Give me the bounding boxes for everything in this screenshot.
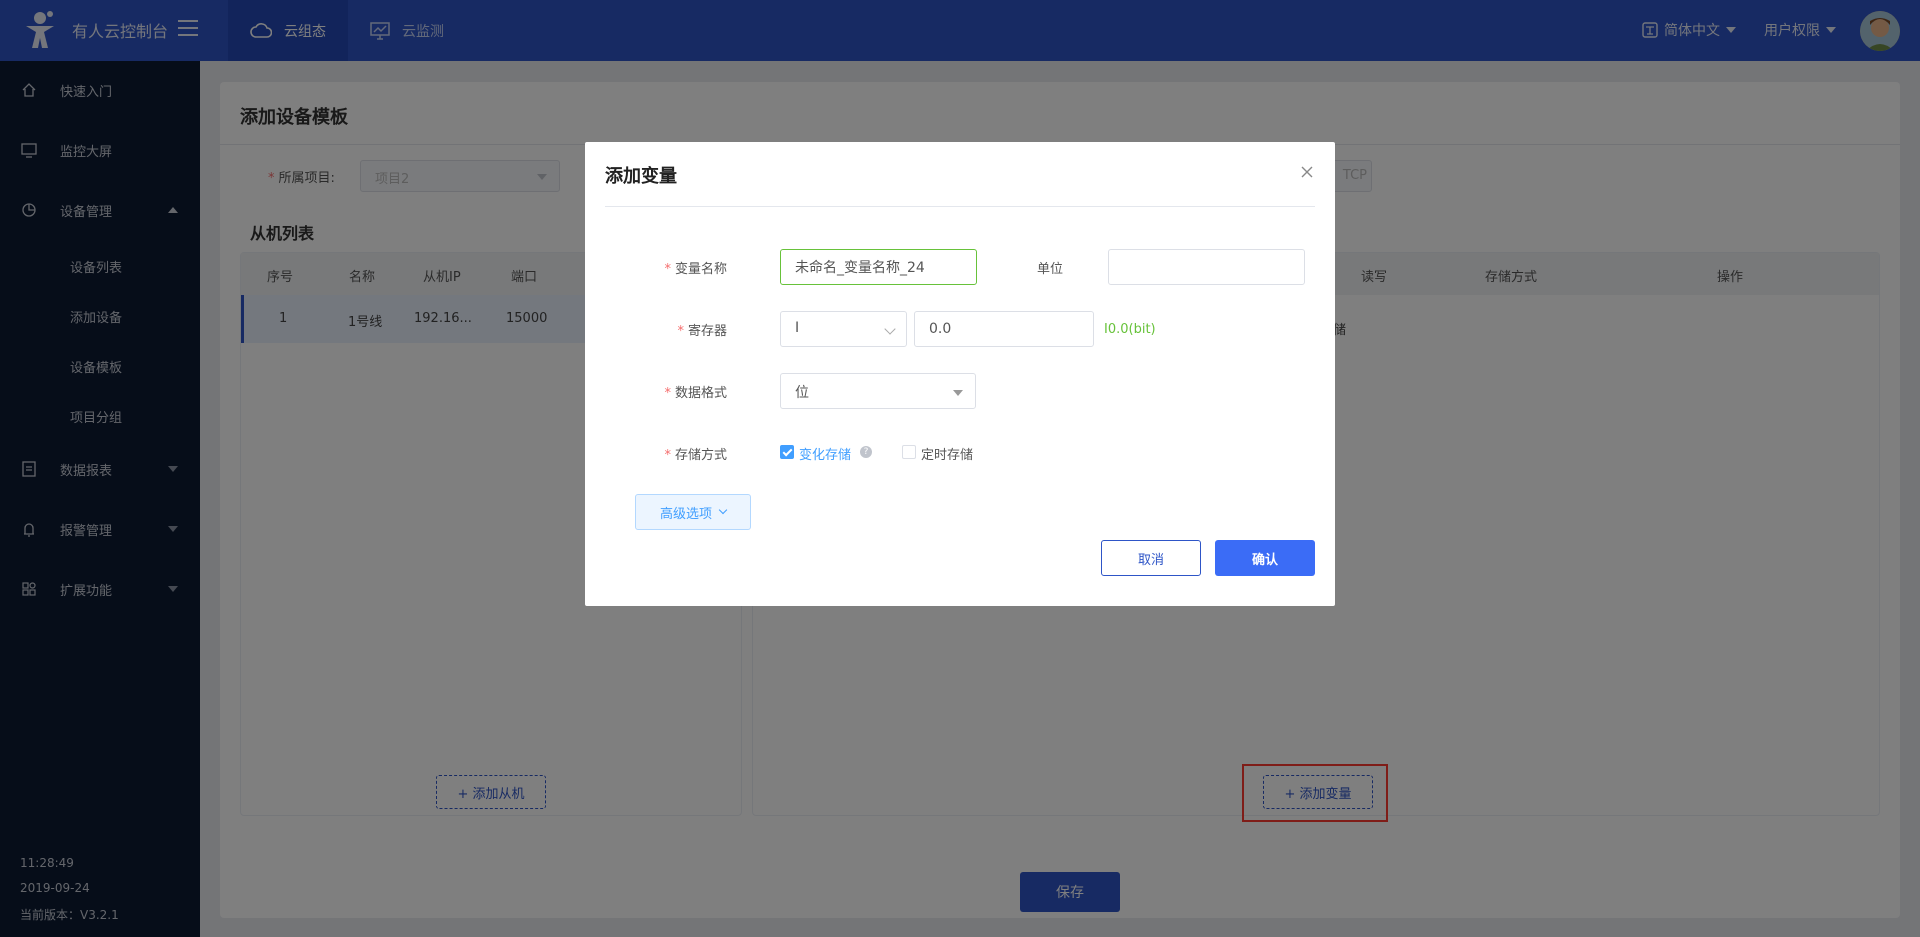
register-type-select[interactable]: I — [780, 311, 907, 347]
unit-label: 单位 — [1036, 262, 1063, 277]
storage-timed-label[interactable]: 定时存储 — [921, 444, 973, 463]
unit-input[interactable] — [1108, 249, 1305, 285]
divider — [605, 206, 1315, 207]
storage-change-label[interactable]: 变化存储 — [799, 444, 851, 463]
help-icon[interactable]: ? — [860, 446, 872, 458]
advanced-options-button[interactable]: 高级选项 — [635, 494, 751, 530]
register-label: * 寄存器 — [677, 324, 727, 339]
var-name-label: * 变量名称 — [664, 262, 727, 277]
format-label: * 数据格式 — [664, 386, 727, 401]
storage-label: * 存储方式 — [664, 448, 727, 463]
storage-timed-checkbox[interactable] — [902, 445, 916, 459]
close-icon[interactable] — [1299, 164, 1315, 180]
format-select[interactable]: 位 — [780, 373, 976, 409]
dialog-title: 添加变量 — [605, 166, 677, 187]
caret-down-icon — [953, 390, 963, 396]
storage-change-checkbox[interactable] — [780, 445, 794, 459]
cancel-button[interactable]: 取消 — [1101, 540, 1201, 576]
chevron-down-icon — [718, 505, 728, 515]
confirm-button[interactable]: 确认 — [1215, 540, 1315, 576]
add-variable-dialog: 添加变量 *变量名称 单位 *寄存器 I I0.0(bit) *数据格式 位 *… — [585, 142, 1335, 606]
chevron-down-icon — [884, 323, 896, 335]
register-hint: I0.0(bit) — [1104, 322, 1156, 337]
register-address-input[interactable] — [914, 311, 1094, 347]
